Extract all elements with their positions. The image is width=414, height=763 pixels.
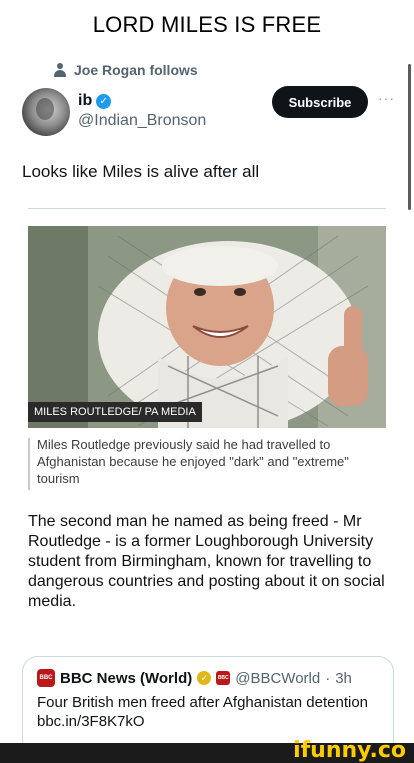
photo-illustration (28, 226, 386, 428)
dot-separator: · (325, 669, 331, 687)
meme-title: LORD MILES IS FREE (92, 12, 322, 37)
quoted-tweet-time[interactable]: 3h (335, 670, 352, 687)
person-icon (54, 63, 66, 77)
bbc-affiliate-icon: BBC (216, 671, 231, 685)
quoted-author-handle[interactable]: @BBCWorld (235, 670, 320, 687)
avatar[interactable] (22, 88, 70, 136)
caption-bar (28, 438, 30, 490)
ifunny-watermark: ifunny.co (293, 738, 406, 763)
display-name[interactable]: ib (78, 92, 92, 110)
author-name-row[interactable]: ib ✓ (78, 92, 112, 110)
quoted-author-name[interactable]: BBC News (World) (60, 670, 192, 687)
social-context-text: Joe Rogan follows (74, 62, 198, 78)
quoted-tweet-header: BBC NEWS BBC News (World) ✓ BBC @BBCWorl… (37, 669, 379, 699)
article-photo: MILES ROUTLEDGE/ PA MEDIA (28, 226, 386, 428)
scroll-indicator[interactable] (408, 64, 411, 210)
divider (28, 208, 386, 209)
photo-caption: Miles Routledge previously said he had t… (37, 437, 349, 486)
tweet-text: Looks like Miles is alive after all (22, 162, 260, 181)
verified-badge-icon: ✓ (96, 93, 112, 109)
article-body: The second man he named as being freed -… (28, 513, 385, 610)
social-context[interactable]: Joe Rogan follows (54, 62, 198, 78)
author-handle[interactable]: @Indian_Bronson (78, 112, 206, 130)
photo-credit: MILES ROUTLEDGE/ PA MEDIA (28, 402, 202, 422)
bbc-avatar[interactable]: BBC NEWS (37, 669, 55, 699)
subscribe-button[interactable]: Subscribe (272, 86, 368, 118)
gold-verified-icon: ✓ (197, 671, 212, 685)
more-options-icon[interactable]: ··· (378, 90, 395, 106)
quoted-tweet-text: Four British men freed after Afghanistan… (37, 694, 369, 730)
